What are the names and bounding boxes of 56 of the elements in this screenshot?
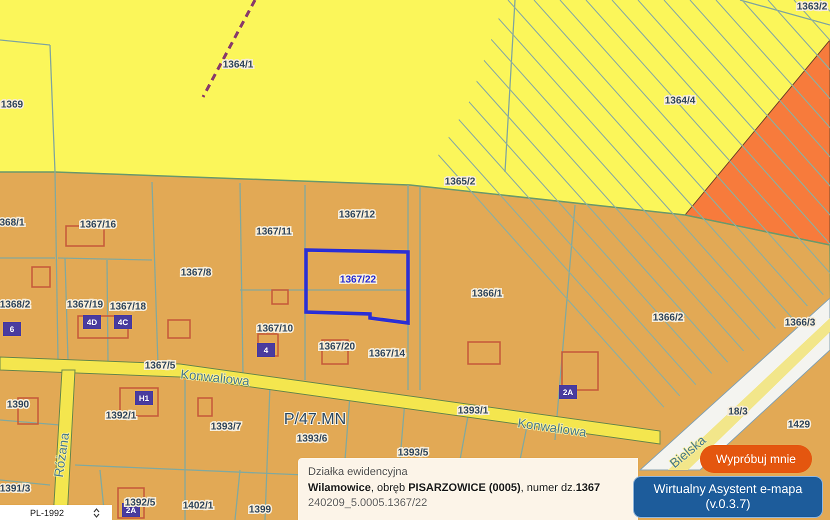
parcel-number: 1393/7 xyxy=(210,422,242,432)
building-number: H1 xyxy=(135,391,153,405)
building-number: 4D xyxy=(83,315,101,329)
parcel-number: 1367/8 xyxy=(180,268,212,278)
try-me-bubble[interactable]: Wypróbuj mnie xyxy=(700,445,812,473)
parcel-number: 1366/2 xyxy=(652,312,684,324)
building-number: 2A xyxy=(559,385,577,399)
parcel-number: 368/1 xyxy=(0,218,25,228)
parcel-number: 1367/14 xyxy=(368,348,406,360)
parcel-number: 1365/2 xyxy=(444,176,476,188)
virtual-assistant-button[interactable]: Wirtualny Asystent e-mapa (v.0.3.7) xyxy=(633,476,823,518)
parcel-number: 1367/20 xyxy=(318,342,356,352)
parcel-number: 1393/1 xyxy=(458,406,488,416)
parcel-number: 1367/18 xyxy=(110,302,146,312)
popup-title: Działka ewidencyjna xyxy=(308,465,409,480)
parcel-number: 1364/4 xyxy=(664,96,696,106)
building-outline xyxy=(197,397,213,417)
parcel-number: 1367/22 xyxy=(340,274,376,286)
parcel-number: 1368/2 xyxy=(0,300,30,310)
parcel-number: 1367/5 xyxy=(144,360,176,372)
parcel-number: 18/3 xyxy=(728,406,748,418)
street-name: Różana xyxy=(50,432,72,478)
up-down-caret-icon xyxy=(93,508,100,518)
zone-label: P/47.MN xyxy=(284,411,346,428)
parcel-number: 1366/1 xyxy=(472,288,502,300)
parcel-number: 1399 xyxy=(248,504,272,516)
building-outline xyxy=(561,351,599,391)
building-number: 4C xyxy=(114,315,132,329)
projection-select[interactable]: PL-1992 xyxy=(0,505,112,520)
building-outline xyxy=(271,289,289,305)
parcel-number: 1363/2 xyxy=(796,2,828,12)
parcel-number: 1367/11 xyxy=(256,226,292,238)
street-name: Konwaliowa xyxy=(516,415,588,440)
parcel-number: 1367/19 xyxy=(66,300,104,310)
building-outline xyxy=(257,333,279,357)
parcel-number: 1369 xyxy=(0,100,24,110)
parcel-number: 1429 xyxy=(788,420,810,430)
parcel-number: 1402/1 xyxy=(182,500,214,512)
parcel-number: 1393/6 xyxy=(296,434,328,444)
building-outline xyxy=(31,266,51,288)
street-name: Konwaliowa xyxy=(180,366,250,389)
parcel-number: 1367/10 xyxy=(256,324,294,334)
parcel-number: 1392/1 xyxy=(106,410,136,422)
parcel-number: 1391/3 xyxy=(0,484,30,494)
parcel-number: 1364/1 xyxy=(222,60,254,70)
parcel-number: 1367/12 xyxy=(338,210,376,220)
parcel-number: 1390 xyxy=(6,400,30,410)
parcel-description: Wilamowice, obręb PISARZOWICE (0005), numer dz.1367 xyxy=(308,481,602,496)
parcel-identifier: 240209_5.0005.1367/22 xyxy=(308,496,428,511)
building-outline xyxy=(77,315,129,339)
building-outline xyxy=(167,319,191,339)
building-number: 4 xyxy=(257,343,275,357)
building-number: 6 xyxy=(3,322,21,336)
parcel-number: 1367/16 xyxy=(80,220,116,230)
parcel-number: 1393/5 xyxy=(398,448,428,458)
building-outline xyxy=(467,341,501,365)
